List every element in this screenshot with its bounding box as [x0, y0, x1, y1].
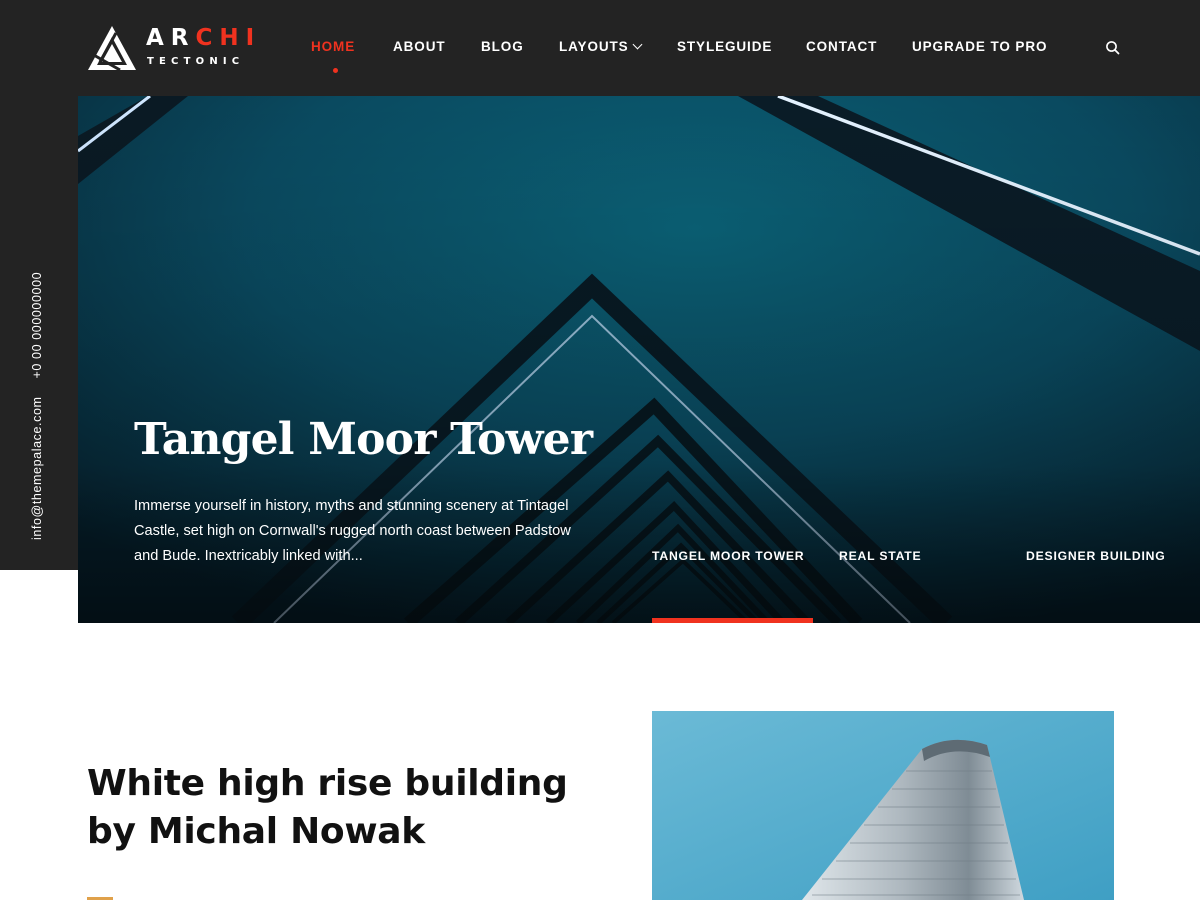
building-image: [652, 711, 1114, 900]
chevron-down-icon: [632, 39, 643, 50]
slide-progress-bar: [652, 618, 813, 623]
post-featured-image[interactable]: [652, 711, 1114, 900]
nav-item-blog[interactable]: BLOG: [481, 39, 524, 54]
logo-tagline: TECTONIC: [147, 56, 245, 67]
active-indicator-dot: [333, 68, 338, 73]
post-title[interactable]: White high rise building by Michal Nowak: [87, 760, 607, 856]
logo-wordmark: ARCHI: [146, 25, 262, 51]
nav-item-home[interactable]: HOME: [311, 39, 355, 54]
sidebar-email-link[interactable]: info@themepalace.com: [30, 396, 44, 540]
nav-item-about[interactable]: ABOUT: [393, 39, 446, 54]
site-logo[interactable]: ARCHI TECTONIC: [86, 24, 256, 72]
slide-tab-real-state[interactable]: REAL STATE: [839, 549, 921, 563]
site-header: ARCHI TECTONIC HOME ABOUT BLOG LAYOUTS S…: [0, 0, 1200, 96]
slide-tab-designer-building[interactable]: DESIGNER BUILDING: [1026, 549, 1166, 563]
sidebar-contact-info: info@themepalace.com +0 00 000000000: [30, 272, 44, 540]
nav-item-layouts-label: LAYOUTS: [559, 39, 629, 54]
hero-description: Immerse yourself in history, myths and s…: [134, 498, 571, 564]
hero-slider: Tangel Moor Tower Immerse yourself in hi…: [78, 96, 1200, 623]
search-icon: [1106, 41, 1120, 55]
slide-tab-tangel-moor-tower[interactable]: TANGEL MOOR TOWER: [652, 549, 804, 563]
logo-triangle-icon: [88, 26, 136, 72]
hero-title[interactable]: Tangel Moor Tower: [134, 414, 593, 465]
search-button[interactable]: [1105, 40, 1121, 56]
nav-item-contact[interactable]: CONTACT: [806, 39, 877, 54]
nav-item-upgrade-to-pro[interactable]: UPGRADE TO PRO: [912, 39, 1047, 54]
nav-item-styleguide[interactable]: STYLEGUIDE: [677, 39, 772, 54]
sidebar-phone-link[interactable]: +0 00 000000000: [30, 272, 44, 379]
nav-item-layouts[interactable]: LAYOUTS: [559, 39, 643, 54]
